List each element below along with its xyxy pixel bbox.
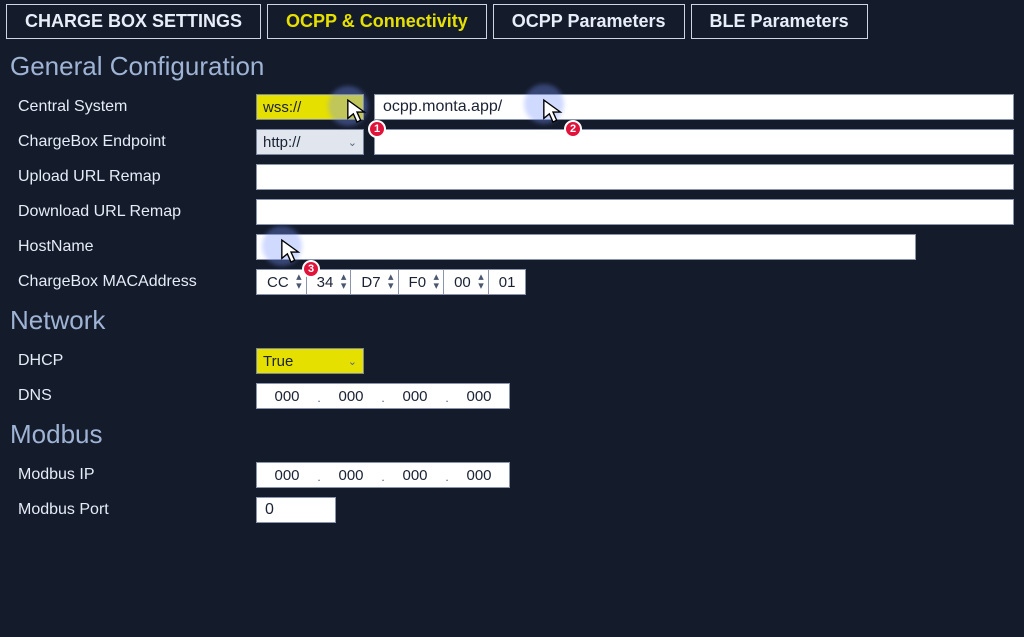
row-hostname: HostName 3 [10, 232, 1014, 262]
central-system-url-input[interactable] [374, 94, 1014, 120]
chevron-down-icon: ⌄ [348, 355, 357, 368]
tab-ble-parameters[interactable]: BLE Parameters [691, 4, 868, 39]
mac-octet-2[interactable]: D7▴▾ [351, 269, 398, 295]
label-upload-url-remap: Upload URL Remap [10, 168, 256, 186]
chargebox-endpoint-url-input[interactable] [374, 129, 1014, 155]
row-upload-url-remap: Upload URL Remap [10, 162, 1014, 192]
row-modbus-ip: Modbus IP 000. 000. 000. 000 [10, 460, 1014, 490]
chevron-down-icon: ⌄ [348, 101, 357, 114]
modbus-port-input[interactable] [256, 497, 336, 523]
mac-octet-5[interactable]: 01 [489, 269, 527, 295]
chevron-down-icon: ⌄ [348, 136, 357, 149]
label-download-url-remap: Download URL Remap [10, 203, 256, 221]
mac-octet-3[interactable]: F0▴▾ [399, 269, 445, 295]
section-title-modbus: Modbus [10, 419, 1014, 450]
section-title-network: Network [10, 305, 1014, 336]
section-title-general: General Configuration [10, 51, 1014, 82]
label-dhcp: DHCP [10, 352, 256, 370]
dhcp-select[interactable]: True ⌄ [256, 348, 364, 374]
label-mac-address: ChargeBox MACAddress [10, 273, 256, 291]
row-central-system: Central System wss:// ⌄ 1 2 [10, 92, 1014, 122]
label-modbus-port: Modbus Port [10, 501, 256, 519]
tab-ocpp-connectivity[interactable]: OCPP & Connectivity [267, 4, 487, 39]
upload-url-remap-input[interactable] [256, 164, 1014, 190]
label-hostname: HostName [10, 238, 256, 256]
label-chargebox-endpoint: ChargeBox Endpoint [10, 133, 256, 151]
label-modbus-ip: Modbus IP [10, 466, 256, 484]
tab-charge-box-settings[interactable]: CHARGE BOX SETTINGS [6, 4, 261, 39]
central-system-scheme-value: wss:// [263, 99, 301, 116]
central-system-scheme-select[interactable]: wss:// ⌄ [256, 94, 364, 120]
row-mac-address: ChargeBox MACAddress CC▴▾ 34▴▾ D7▴▾ F0▴▾… [10, 267, 1014, 297]
label-dns: DNS [10, 387, 256, 405]
row-dns: DNS 000. 000. 000. 000 [10, 381, 1014, 411]
row-download-url-remap: Download URL Remap [10, 197, 1014, 227]
tab-bar: CHARGE BOX SETTINGS OCPP & Connectivity … [0, 0, 1024, 39]
mac-octet-0[interactable]: CC▴▾ [256, 269, 307, 295]
dhcp-value: True [263, 353, 293, 370]
mac-octet-4[interactable]: 00▴▾ [444, 269, 489, 295]
chargebox-endpoint-scheme-select[interactable]: http:// ⌄ [256, 129, 364, 155]
mac-octet-1[interactable]: 34▴▾ [307, 269, 352, 295]
dns-input[interactable]: 000. 000. 000. 000 [256, 383, 510, 409]
chargebox-endpoint-scheme-value: http:// [263, 134, 301, 151]
row-modbus-port: Modbus Port [10, 495, 1014, 525]
hostname-input[interactable] [256, 234, 916, 260]
modbus-ip-input[interactable]: 000. 000. 000. 000 [256, 462, 510, 488]
row-chargebox-endpoint: ChargeBox Endpoint http:// ⌄ [10, 127, 1014, 157]
label-central-system: Central System [10, 98, 256, 116]
tab-ocpp-parameters[interactable]: OCPP Parameters [493, 4, 685, 39]
download-url-remap-input[interactable] [256, 199, 1014, 225]
row-dhcp: DHCP True ⌄ [10, 346, 1014, 376]
